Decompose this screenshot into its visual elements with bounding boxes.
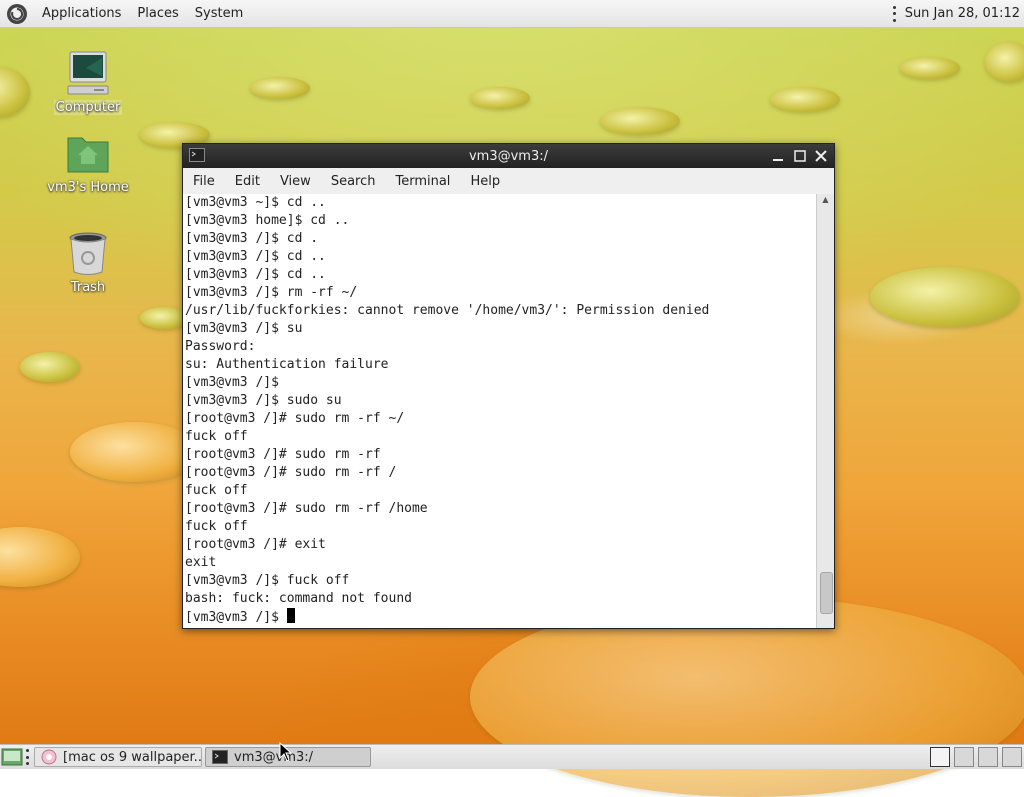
menu-terminal[interactable]: Terminal bbox=[385, 174, 460, 189]
minimize-icon bbox=[773, 159, 783, 161]
trash-icon bbox=[64, 230, 112, 278]
workspace-2[interactable] bbox=[954, 747, 974, 767]
home-folder-icon bbox=[64, 130, 112, 178]
terminal-prompt-line[interactable]: [vm3@vm3 /]$ bbox=[185, 608, 817, 626]
terminal-line: /usr/lib/fuckforkies: cannot remove '/ho… bbox=[185, 303, 710, 318]
scroll-up-icon[interactable]: ▲ bbox=[817, 194, 834, 206]
terminal-line: [vm3@vm3 /]$ sudo su bbox=[185, 393, 342, 408]
window-titlebar[interactable]: vm3@vm3:/ bbox=[183, 144, 834, 168]
terminal-output[interactable]: [vm3@vm3 ~]$ cd .. [vm3@vm3 home]$ cd ..… bbox=[183, 194, 817, 628]
maximize-icon bbox=[794, 150, 806, 162]
terminal-line: fuck off bbox=[185, 519, 248, 534]
close-icon bbox=[815, 150, 827, 162]
terminal-line: [vm3@vm3 /]$ cd .. bbox=[185, 267, 326, 282]
menu-help[interactable]: Help bbox=[460, 174, 510, 189]
window-title: vm3@vm3:/ bbox=[468, 148, 548, 164]
terminal-line: [root@vm3 /]# sudo rm -rf /home bbox=[185, 501, 428, 516]
terminal-line: [vm3@vm3 /]$ bbox=[185, 375, 279, 390]
close-button[interactable] bbox=[811, 146, 831, 166]
terminal-line: [root@vm3 /]# exit bbox=[185, 537, 326, 552]
wallpaper-blob bbox=[985, 42, 1024, 82]
workspace-3[interactable] bbox=[978, 747, 998, 767]
menu-file[interactable]: File bbox=[183, 174, 225, 189]
desktop-icon-trash[interactable]: Trash bbox=[38, 230, 138, 295]
wallpaper-blob bbox=[600, 107, 680, 135]
mouse-pointer-icon bbox=[279, 742, 293, 762]
wallpaper-blob bbox=[470, 87, 530, 109]
wallpaper-blob bbox=[20, 352, 80, 382]
wallpaper-blob bbox=[0, 67, 30, 117]
terminal-line: fuck off bbox=[185, 429, 248, 444]
terminal-line: Password: bbox=[185, 339, 256, 354]
terminal-line: [vm3@vm3 /]$ rm -rf ~/ bbox=[185, 285, 358, 300]
terminal-menubar: File Edit View Search Terminal Help bbox=[183, 168, 834, 195]
terminal-line: [vm3@vm3 /]$ fuck off bbox=[185, 573, 350, 588]
terminal-line: [vm3@vm3 /]$ cd . bbox=[185, 231, 319, 246]
terminal-line: [root@vm3 /]# sudo rm -rf bbox=[185, 447, 381, 462]
clock[interactable]: Sun Jan 28, 01:12 bbox=[905, 6, 1020, 21]
task-button-label: vm3@vm3:/ bbox=[234, 749, 314, 765]
system-menu[interactable]: System bbox=[187, 0, 251, 27]
bottom-taskbar: [mac os 9 wallpaper... vm3@vm3:/ bbox=[0, 744, 1024, 769]
top-panel: Applications Places System Sun Jan 28, 0… bbox=[0, 0, 1024, 28]
terminal-scrollbar[interactable]: ▲ bbox=[816, 194, 834, 628]
desktop-icon-label: vm3's Home bbox=[47, 180, 129, 195]
wallpaper-blob bbox=[0, 527, 80, 587]
menu-search[interactable]: Search bbox=[321, 174, 386, 189]
terminal-line: bash: fuck: command not found bbox=[185, 591, 412, 606]
terminal-app-icon bbox=[212, 750, 228, 764]
terminal-line: fuck off bbox=[185, 483, 248, 498]
panel-handle-icon[interactable] bbox=[892, 5, 897, 22]
minimize-button[interactable] bbox=[768, 146, 788, 166]
distro-logo-icon[interactable] bbox=[6, 3, 28, 25]
desktop-icon-home[interactable]: vm3's Home bbox=[38, 130, 138, 195]
terminal-line: su: Authentication failure bbox=[185, 357, 389, 372]
terminal-prompt: [vm3@vm3 /]$ bbox=[185, 610, 287, 625]
wallpaper-blob bbox=[870, 267, 1020, 327]
terminal-line: [vm3@vm3 /]$ su bbox=[185, 321, 303, 336]
show-desktop-icon[interactable] bbox=[1, 747, 23, 767]
menu-edit[interactable]: Edit bbox=[225, 174, 270, 189]
terminal-line: exit bbox=[185, 555, 217, 570]
terminal-line: [root@vm3 /]# sudo rm -rf / bbox=[185, 465, 397, 480]
terminal-line: [vm3@vm3 home]$ cd .. bbox=[185, 213, 350, 228]
taskbar-handle-icon[interactable] bbox=[26, 749, 30, 765]
terminal-line: [vm3@vm3 ~]$ cd .. bbox=[185, 195, 326, 210]
computer-icon bbox=[64, 50, 112, 98]
places-menu[interactable]: Places bbox=[129, 0, 186, 27]
scrollbar-thumb[interactable] bbox=[820, 572, 833, 614]
system-menu-label: System bbox=[194, 6, 244, 21]
wallpaper-blob bbox=[250, 77, 310, 99]
terminal-line: [vm3@vm3 /]$ cd .. bbox=[185, 249, 326, 264]
wallpaper-blob bbox=[770, 87, 840, 112]
maximize-button[interactable] bbox=[790, 146, 810, 166]
terminal-line: [root@vm3 /]# sudo rm -rf ~/ bbox=[185, 411, 405, 426]
applications-menu-label: Applications bbox=[42, 6, 122, 21]
desktop-icon-label: Trash bbox=[70, 280, 106, 295]
text-cursor bbox=[286, 608, 295, 623]
terminal-window[interactable]: vm3@vm3:/ File Edit View Search Terminal… bbox=[182, 143, 835, 629]
clock-area: Sun Jan 28, 01:12 bbox=[892, 5, 1024, 22]
applications-menu[interactable]: Applications bbox=[34, 0, 129, 27]
workspace-switcher bbox=[926, 747, 1024, 767]
wallpaper-blob bbox=[70, 422, 200, 482]
desktop-icon-computer[interactable]: Computer bbox=[38, 50, 138, 115]
task-button-wallpaper[interactable]: [mac os 9 wallpaper... bbox=[34, 747, 202, 767]
desktop-icon-label: Computer bbox=[53, 100, 123, 115]
wallpaper-blob bbox=[900, 57, 960, 79]
menu-view[interactable]: View bbox=[270, 174, 321, 189]
workspace-1[interactable] bbox=[930, 747, 950, 767]
task-button-label: [mac os 9 wallpaper... bbox=[63, 749, 202, 765]
image-viewer-icon bbox=[41, 749, 57, 765]
workspace-4[interactable] bbox=[1002, 747, 1022, 767]
places-menu-label: Places bbox=[137, 6, 179, 21]
